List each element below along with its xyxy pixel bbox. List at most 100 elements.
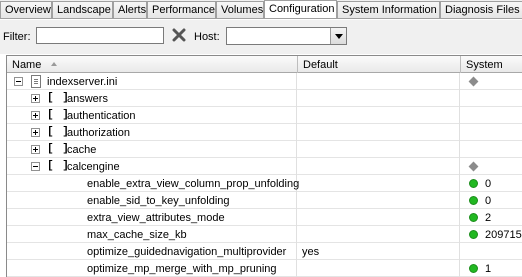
name-cell: [ ] authentication	[7, 107, 297, 124]
system-cell[interactable]: 2097152	[461, 226, 522, 243]
default-cell	[298, 209, 460, 226]
column-name-label: Name	[12, 59, 42, 71]
system-value: 0	[485, 178, 492, 190]
default-cell	[298, 107, 460, 124]
tree-row-authentication[interactable]: [ ] authentication	[7, 107, 522, 124]
expand-icon[interactable]	[31, 145, 40, 154]
system-value: 2097152	[485, 229, 522, 241]
tab-configuration[interactable]: Configuration	[264, 0, 337, 18]
name-cell: optimize_guidednavigation_multiprovider	[7, 243, 297, 260]
default-cell	[298, 141, 460, 158]
system-value: 0	[485, 195, 492, 207]
row-label: authentication	[67, 110, 136, 122]
chevron-down-icon	[335, 34, 343, 39]
expand-icon[interactable]	[31, 111, 40, 120]
filter-input[interactable]	[36, 27, 164, 44]
tab-alerts[interactable]: Alerts	[113, 1, 147, 18]
tree-row-calcengine[interactable]: [ ] calcengine	[7, 158, 522, 175]
param-name: enable_sid_to_key_unfolding	[87, 195, 230, 207]
default-cell: yes	[298, 243, 460, 260]
system-cell	[461, 141, 522, 158]
param-name: max_cache_size_kb	[87, 229, 187, 241]
default-cell	[298, 158, 460, 175]
filter-bar: Filter: Host:	[0, 20, 522, 54]
system-cell	[461, 158, 522, 175]
default-cell	[298, 73, 460, 90]
default-cell	[298, 175, 460, 192]
expand-icon[interactable]	[31, 94, 40, 103]
param-row-max-cache-size-kb[interactable]: max_cache_size_kb 2097152	[7, 226, 522, 243]
system-cell[interactable]: 0	[461, 175, 522, 192]
status-green-dot-icon	[469, 196, 478, 205]
name-cell: enable_sid_to_key_unfolding	[7, 192, 297, 209]
column-header-name[interactable]: Name	[7, 56, 298, 73]
param-row-enable-extra-view-column-prop-unfolding[interactable]: enable_extra_view_column_prop_unfolding …	[7, 175, 522, 192]
system-cell[interactable]	[461, 243, 522, 260]
default-cell	[298, 192, 460, 209]
table-header: Name Default System	[7, 56, 522, 73]
system-value: 1	[485, 263, 492, 275]
param-row-extra-view-attributes-mode[interactable]: extra_view_attributes_mode 2	[7, 209, 522, 226]
filter-label: Filter:	[3, 31, 31, 43]
clear-x-icon[interactable]	[172, 27, 186, 43]
tab-landscape[interactable]: Landscape	[52, 1, 113, 18]
tab-system-information[interactable]: System Information	[337, 1, 440, 18]
file-icon	[31, 75, 41, 88]
param-name: optimize_guidednavigation_multiprovider	[87, 246, 287, 258]
inherited-diamond-icon	[468, 161, 479, 172]
name-cell: [ ] cache	[7, 141, 297, 158]
row-label: authorization	[67, 127, 130, 139]
name-cell: [ ] authorization	[7, 124, 297, 141]
collapse-icon[interactable]	[31, 162, 40, 171]
name-cell: [ ] answers	[7, 90, 297, 107]
param-name: optimize_mp_merge_with_mp_pruning	[87, 263, 277, 275]
tab-overview[interactable]: Overview	[0, 1, 52, 18]
param-row-optimize-guidednavigation-multiprovider[interactable]: optimize_guidednavigation_multiprovider …	[7, 243, 522, 260]
system-cell[interactable]: 0	[461, 192, 522, 209]
param-name: enable_extra_view_column_prop_unfolding	[87, 178, 300, 190]
name-cell: [ ] calcengine	[7, 158, 297, 175]
expand-icon[interactable]	[31, 128, 40, 137]
column-header-default[interactable]: Default	[298, 56, 461, 73]
status-green-dot-icon	[469, 264, 478, 273]
name-cell: enable_extra_view_column_prop_unfolding	[7, 175, 300, 192]
system-cell[interactable]: 2	[461, 209, 522, 226]
row-label: answers	[67, 93, 108, 105]
default-cell	[298, 226, 460, 243]
config-tree-table: Name Default System indexserver.ini [ ] …	[6, 55, 522, 277]
sort-ascending-icon	[51, 62, 57, 66]
name-cell: max_cache_size_kb	[7, 226, 297, 243]
tree-row-cache[interactable]: [ ] cache	[7, 141, 522, 158]
row-label: calcengine	[67, 161, 120, 173]
system-cell	[461, 90, 522, 107]
tab-diagnosis-files[interactable]: Diagnosis Files	[440, 1, 522, 18]
tab-volumes[interactable]: Volumes	[216, 1, 264, 18]
param-row-enable-sid-to-key-unfolding[interactable]: enable_sid_to_key_unfolding 0	[7, 192, 522, 209]
tab-strip: Overview Landscape Alerts Performance Vo…	[0, 0, 522, 19]
inherited-diamond-icon	[468, 76, 479, 87]
param-row-optimize-mp-merge-with-mp-pruning[interactable]: optimize_mp_merge_with_mp_pruning 1	[7, 260, 522, 277]
row-label: cache	[67, 144, 97, 156]
name-cell: indexserver.ini	[7, 73, 297, 90]
tree-row-answers[interactable]: [ ] answers	[7, 90, 522, 107]
system-cell	[461, 124, 522, 141]
host-dropdown[interactable]	[226, 27, 347, 45]
row-label: indexserver.ini	[47, 76, 118, 88]
collapse-icon[interactable]	[14, 77, 23, 86]
host-dropdown-button[interactable]	[330, 28, 346, 44]
name-cell: extra_view_attributes_mode	[7, 209, 297, 226]
name-cell: optimize_mp_merge_with_mp_pruning	[7, 260, 297, 277]
system-cell	[461, 107, 522, 124]
default-cell	[298, 260, 460, 277]
system-cell[interactable]: 1	[461, 260, 522, 277]
param-name: extra_view_attributes_mode	[87, 212, 225, 224]
column-header-system[interactable]: System	[461, 56, 522, 73]
host-label: Host:	[194, 31, 220, 43]
tree-row-indexserver-ini[interactable]: indexserver.ini	[7, 73, 522, 90]
status-green-dot-icon	[469, 230, 478, 239]
system-value: 2	[485, 212, 492, 224]
tab-performance[interactable]: Performance	[147, 1, 216, 18]
default-cell	[298, 124, 460, 141]
tree-row-authorization[interactable]: [ ] authorization	[7, 124, 522, 141]
column-default-label: Default	[303, 59, 338, 71]
